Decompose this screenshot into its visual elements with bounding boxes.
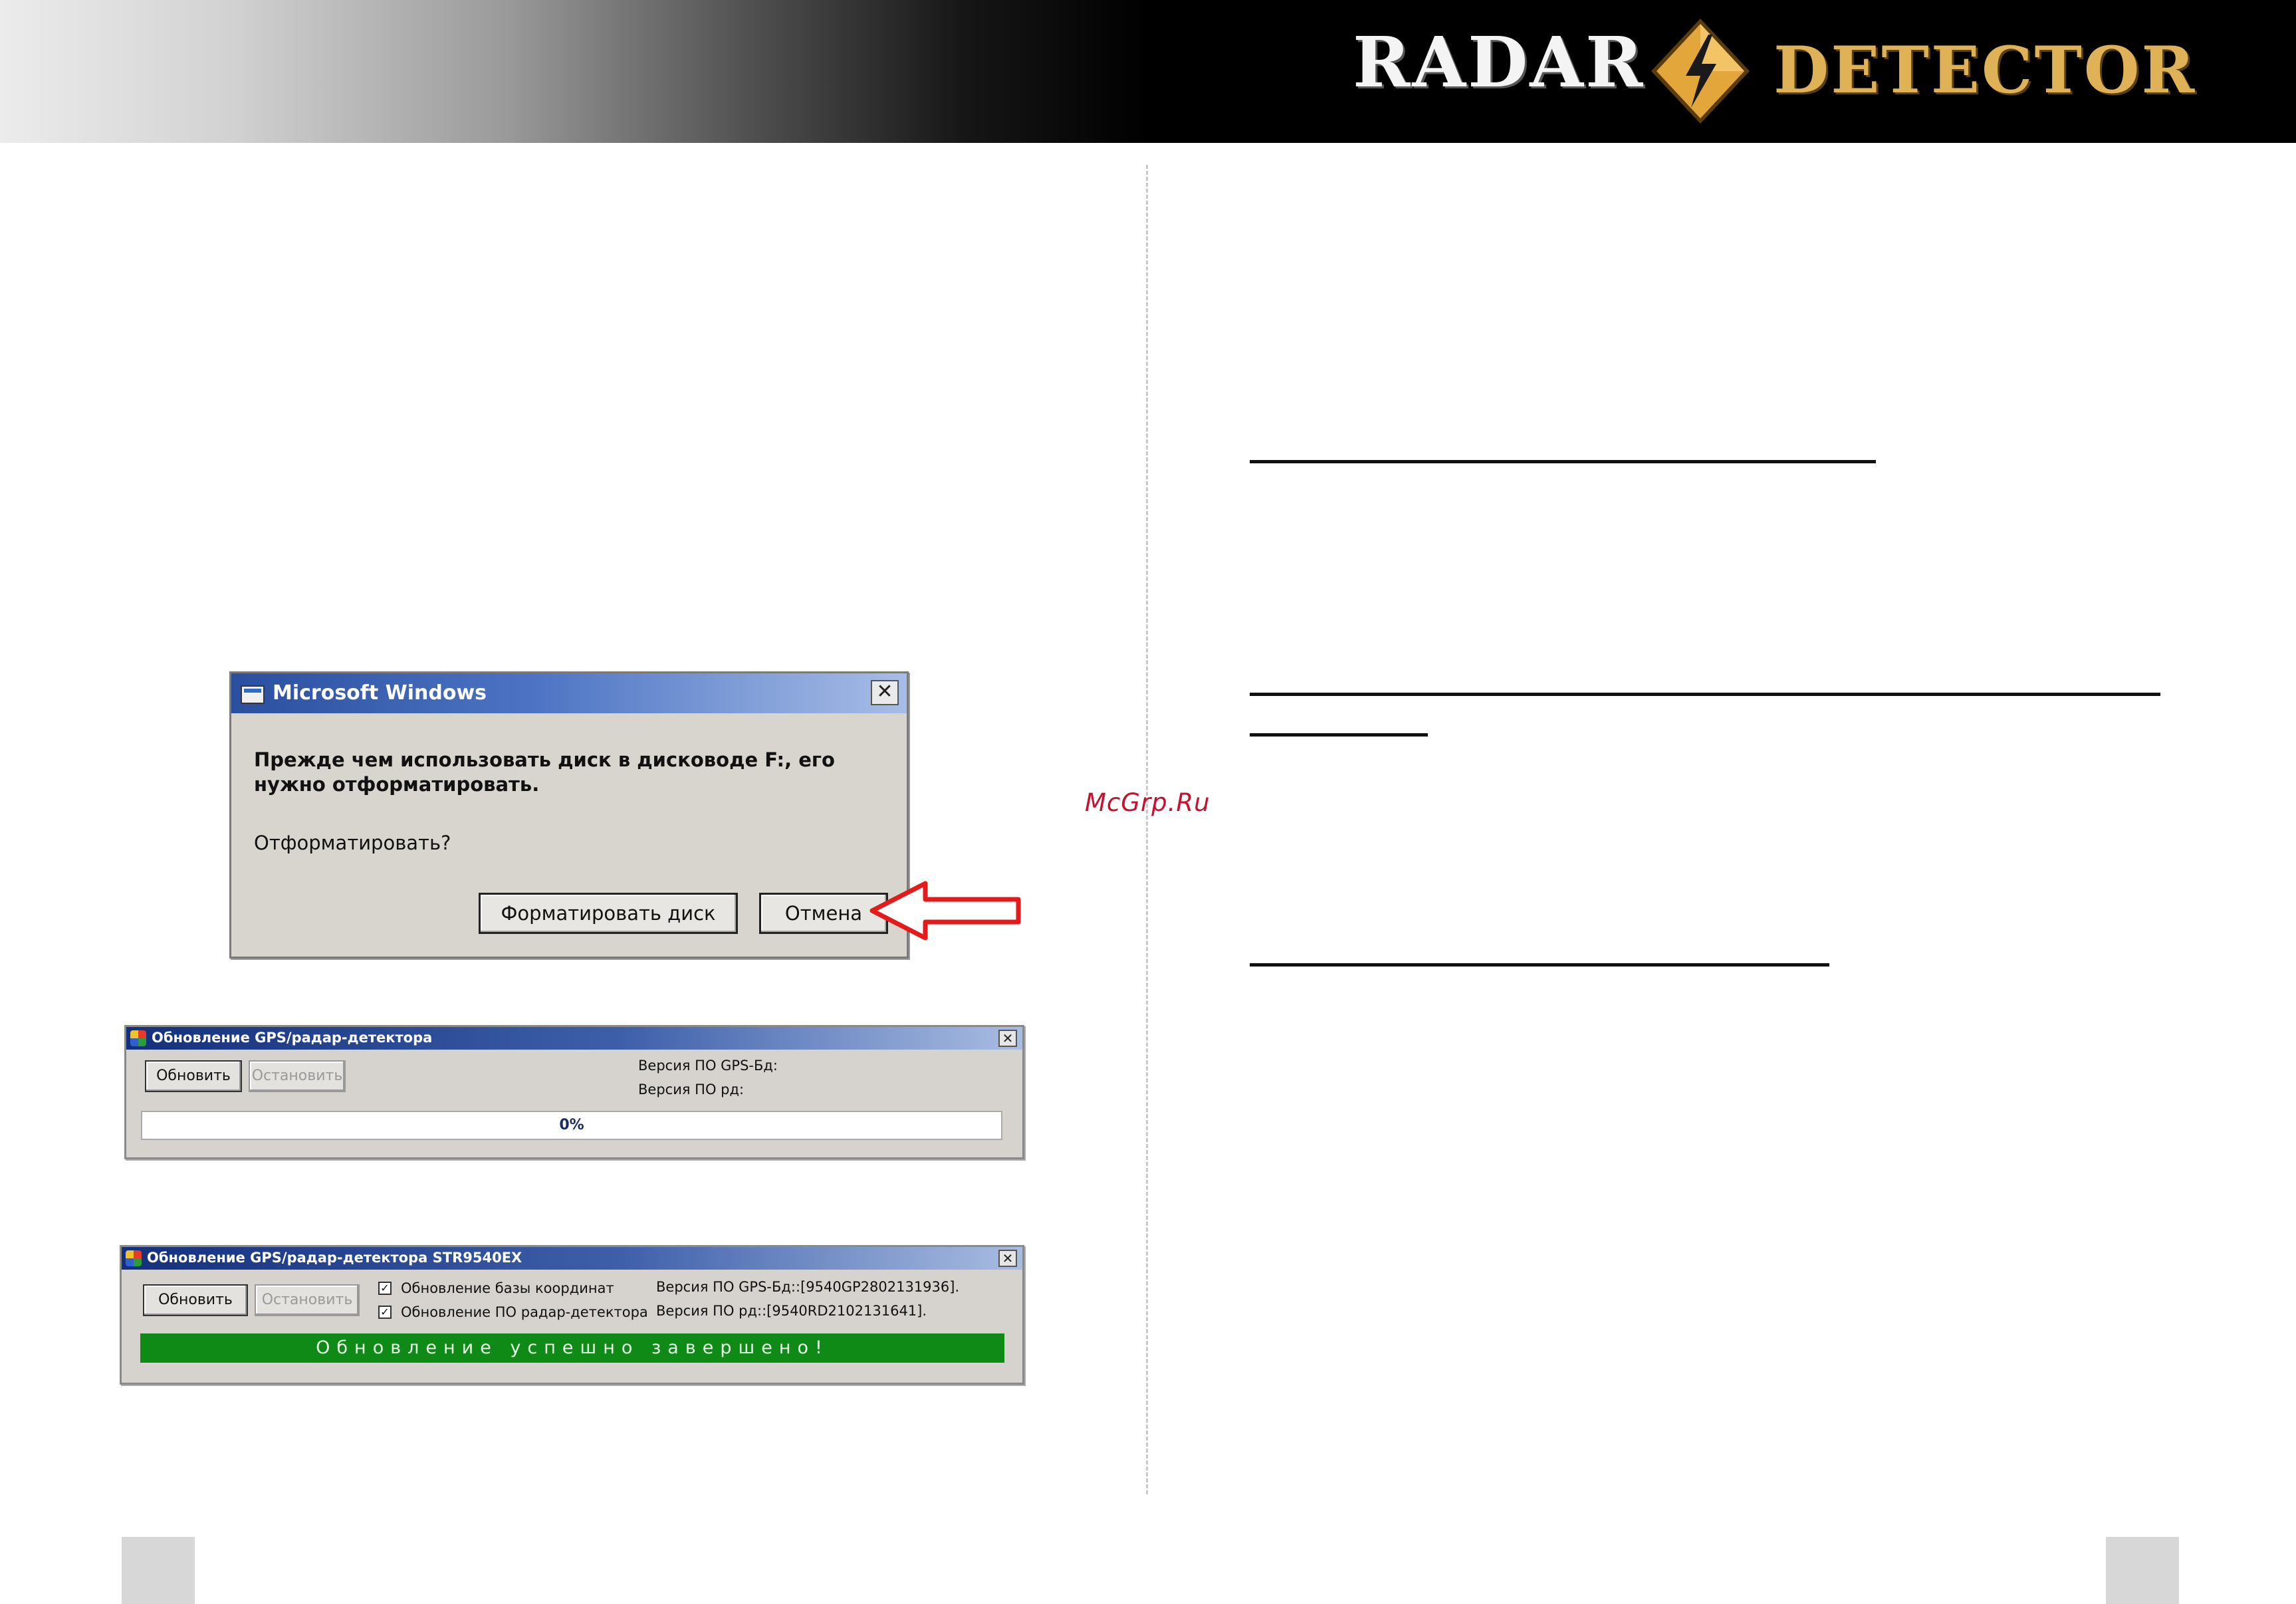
stop-button[interactable]: Остановить [249, 1060, 346, 1092]
updater-titlebar: Обновление GPS/радар-детектора STR9540EX… [122, 1247, 1022, 1270]
text-rule-3 [1250, 733, 1428, 737]
window-icon [241, 685, 265, 704]
logo-detector-text: DETECTOR [1774, 33, 2197, 108]
page-number-box-right [2106, 1537, 2179, 1604]
dialog-message: Прежде чем использовать диск в дисководе… [254, 748, 835, 796]
text-rule-4 [1250, 963, 1829, 967]
page-number-box-left [122, 1537, 195, 1604]
gps-db-version: Версия ПО GPS-Бд::[9540GP2802131936]. [656, 1279, 960, 1295]
rd-version: Версия ПО рд::[9540RD2102131641]. [656, 1303, 927, 1319]
column-divider [1146, 165, 1148, 1494]
updater-title: Обновление GPS/радар-детектора [152, 1030, 433, 1046]
app-icon [126, 1250, 142, 1266]
dialog-title: Microsoft Windows [273, 681, 487, 705]
updater-titlebar: Обновление GPS/радар-детектора ✕ [126, 1027, 1022, 1050]
progress-label: 0% [559, 1117, 584, 1133]
dialog-question: Отформатировать? [254, 832, 451, 854]
format-disk-button[interactable]: Форматировать диск [479, 893, 738, 934]
header-banner: RADAR DETECTOR [0, 0, 2296, 143]
app-icon [130, 1030, 146, 1046]
coords-update-checkbox[interactable]: ✓ [378, 1282, 392, 1295]
text-rule-1 [1250, 460, 1876, 463]
firmware-update-checkbox[interactable]: ✓ [378, 1306, 392, 1319]
firmware-update-label: Обновление ПО радар-детектора [401, 1304, 648, 1320]
progress-bar: 0% [141, 1111, 1002, 1140]
stop-button[interactable]: Остановить [255, 1284, 360, 1316]
close-icon[interactable]: ✕ [998, 1250, 1017, 1267]
update-button[interactable]: Обновить [143, 1284, 248, 1316]
updater-window-idle: Обновление GPS/радар-детектора ✕ Обновит… [124, 1025, 1024, 1159]
close-icon[interactable]: ✕ [998, 1030, 1017, 1047]
logo-radar-text: RADAR [1353, 21, 1645, 103]
lightning-diamond-icon [1651, 19, 1750, 124]
update-complete-status: Обновление успешно завершено! [140, 1333, 1004, 1363]
updater-title: Обновление GPS/радар-детектора STR9540EX [147, 1250, 522, 1266]
close-icon[interactable]: ✕ [871, 680, 899, 705]
updater-window-done: Обновление GPS/радар-детектора STR9540EX… [120, 1245, 1024, 1385]
cancel-button[interactable]: Отмена [759, 893, 888, 934]
watermark: McGrp.Ru [1085, 788, 1210, 817]
format-disk-dialog: Microsoft Windows ✕ Прежде чем использов… [229, 671, 909, 959]
update-button[interactable]: Обновить [145, 1060, 242, 1092]
rd-version-label: Версия ПО рд: [638, 1082, 745, 1097]
gps-db-version-label: Версия ПО GPS-Бд: [638, 1058, 778, 1074]
coords-update-label: Обновление базы координат [401, 1280, 614, 1296]
dialog-titlebar: Microsoft Windows ✕ [231, 673, 907, 713]
text-rule-2 [1250, 693, 2160, 696]
red-arrow-icon [869, 881, 1021, 941]
